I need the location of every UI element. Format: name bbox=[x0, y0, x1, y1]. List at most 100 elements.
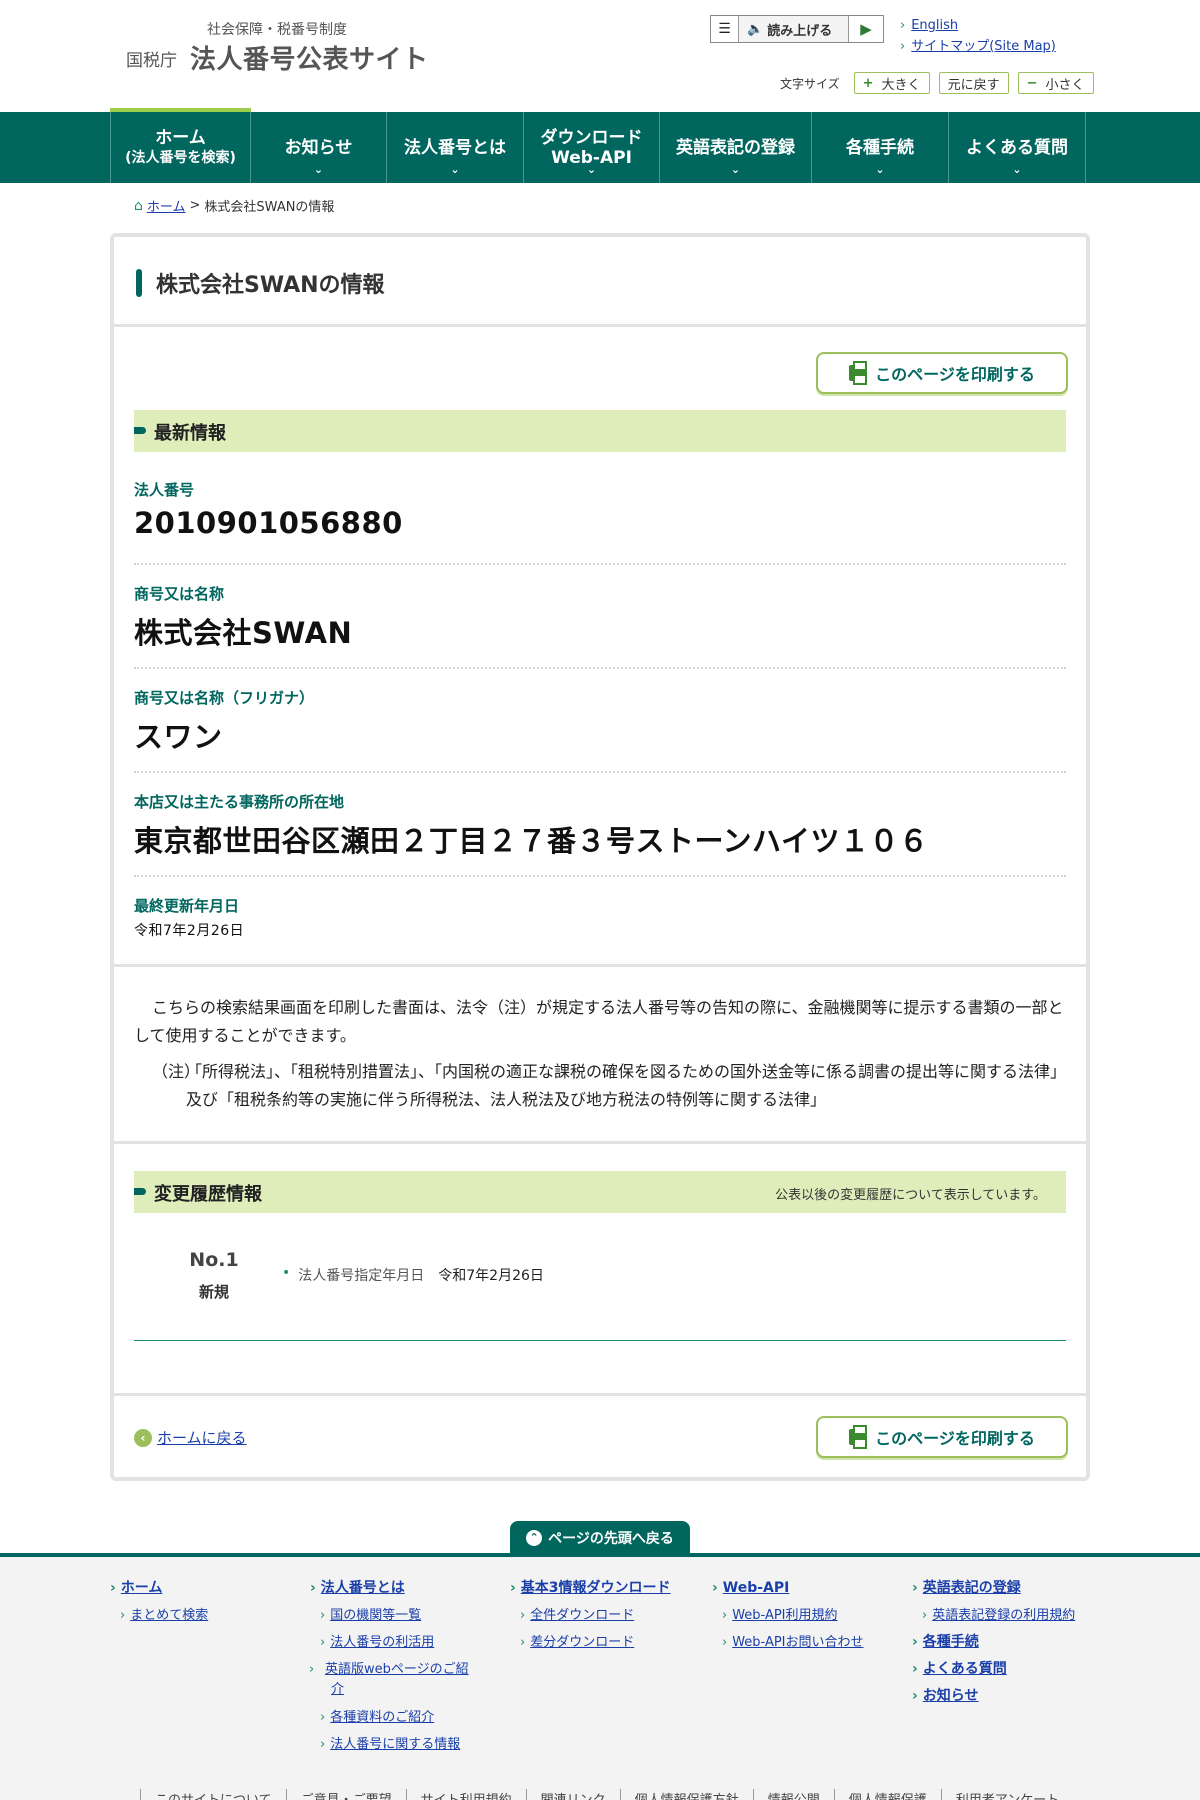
footer-sublink[interactable]: Web-API利用規約 bbox=[722, 1602, 864, 1629]
footer-link[interactable]: よくある質問 bbox=[912, 1656, 1075, 1683]
footer-sublink[interactable]: まとめて検索 bbox=[120, 1602, 208, 1629]
print-button[interactable]: このページを印刷する bbox=[816, 352, 1068, 394]
section-marker bbox=[134, 427, 146, 434]
read-menu-icon[interactable]: ☰ bbox=[711, 16, 739, 42]
history-header: 変更履歴情報 公表以後の変更履歴について表示しています。 bbox=[134, 1171, 1066, 1213]
nav-label: 英語表記の登録 bbox=[676, 137, 795, 158]
footer-sublink[interactable]: 英語表記登録の利用規約 bbox=[922, 1602, 1075, 1629]
history-note: 公表以後の変更履歴について表示しています。 bbox=[775, 1188, 1046, 1203]
site-footer: ホーム まとめて検索 法人番号とは 国の機関等一覧 法人番号の利活用 英語版we… bbox=[0, 1553, 1200, 1800]
history-number: No.1 bbox=[189, 1249, 239, 1271]
font-larger-button[interactable]: + 大きく bbox=[853, 72, 930, 94]
nav-item-download[interactable]: ダウンロード Web-API ⌄ bbox=[524, 112, 660, 183]
print-button-label: このページを印刷する bbox=[875, 365, 1035, 384]
nav-item-procedures[interactable]: 各種手続 ⌄ bbox=[812, 112, 949, 183]
back-home-link[interactable]: ‹ ホームに戻る bbox=[134, 1427, 247, 1448]
print-button-bottom[interactable]: このページを印刷する bbox=[816, 1416, 1068, 1458]
breadcrumb-separator: > bbox=[189, 198, 201, 213]
card-header: 株式会社SWANの情報 bbox=[114, 237, 1086, 327]
nav-item-faq[interactable]: よくある質問 ⌄ bbox=[949, 112, 1086, 183]
footer-link[interactable]: 基本3情報ダウンロード bbox=[510, 1575, 671, 1602]
updated-field: 最終更新年月日 令和7年2月26日 bbox=[134, 895, 1066, 940]
history-item-label: 法人番号指定年月日 bbox=[298, 1268, 425, 1284]
history-detail: • 法人番号指定年月日 令和7年2月26日 bbox=[282, 1265, 544, 1285]
nav-item-news[interactable]: お知らせ ⌄ bbox=[251, 112, 387, 183]
footer-bottom-link[interactable]: 個人情報保護方針 bbox=[619, 1789, 753, 1800]
page-title: 株式会社SWANの情報 bbox=[156, 273, 385, 298]
font-size-label: 文字サイズ bbox=[780, 76, 840, 91]
chevron-down-icon: ⌄ bbox=[730, 163, 741, 176]
section-separator bbox=[114, 964, 1086, 967]
footer-link[interactable]: ホーム bbox=[110, 1575, 208, 1602]
field-label: 最終更新年月日 bbox=[134, 897, 240, 915]
chevron-down-icon: ⌄ bbox=[313, 163, 324, 176]
chevron-down-icon: ⌄ bbox=[586, 163, 597, 176]
address-field: 本店又は主たる事務所の所在地 東京都世田谷区瀬田２丁目２７番３号ストーンハイツ１… bbox=[134, 791, 1066, 860]
footer-bottom-link[interactable]: 情報公開 bbox=[752, 1789, 834, 1800]
corp-info-card: 株式会社SWANの情報 このページを印刷する 最新情報 法人番号 2010901… bbox=[110, 233, 1090, 1481]
site-logo[interactable]: 社会保障・税番号制度 国税庁 法人番号公表サイト bbox=[126, 16, 446, 76]
footer-link[interactable]: Web-API bbox=[712, 1575, 864, 1602]
footer-bottom-link[interactable]: 利用者アンケート bbox=[940, 1789, 1073, 1800]
font-smaller-button[interactable]: − 小さく bbox=[1017, 72, 1094, 94]
english-link[interactable]: English bbox=[900, 15, 1056, 36]
footer-bottom-link[interactable]: 個人情報保護 bbox=[833, 1789, 941, 1800]
print-notice: こちらの検索結果画面を印刷した書面は、法令（注）が規定する法人番号等の告知の際に… bbox=[134, 994, 1066, 1114]
chevron-up-icon: ⌃ bbox=[526, 1529, 543, 1546]
nav-label: お知らせ bbox=[284, 137, 353, 158]
global-nav: ホーム (法人番号を検索) お知らせ ⌄ 法人番号とは ⌄ ダウンロード Web… bbox=[0, 112, 1200, 183]
font-reset-button[interactable]: 元に戻す bbox=[938, 72, 1009, 94]
footer-sublink[interactable]: 各種資料のご紹介 bbox=[320, 1704, 480, 1731]
footer-sublink[interactable]: 国の機関等一覧 bbox=[320, 1602, 480, 1629]
name-field: 商号又は名称 株式会社SWAN bbox=[134, 583, 1066, 652]
nav-item-about[interactable]: 法人番号とは ⌄ bbox=[387, 112, 524, 183]
section-marker bbox=[134, 1188, 146, 1195]
address-value: 東京都世田谷区瀬田２丁目２７番３号ストーンハイツ１０６ bbox=[134, 824, 929, 858]
minus-icon: − bbox=[1026, 75, 1038, 91]
footer-link[interactable]: 各種手続 bbox=[912, 1629, 1075, 1656]
footer-column-about: 法人番号とは 国の機関等一覧 法人番号の利活用 英語版webページのご紹介 各種… bbox=[310, 1575, 480, 1758]
footer-sublink[interactable]: 英語版webページのご紹介 bbox=[320, 1660, 480, 1700]
sitemap-link[interactable]: サイトマップ(Site Map) bbox=[900, 36, 1056, 57]
footer-sublink[interactable]: Web-APIお問い合わせ bbox=[722, 1629, 863, 1656]
read-aloud-button[interactable]: 🔈 読み上げる bbox=[739, 16, 849, 42]
nav-item-english[interactable]: 英語表記の登録 ⌄ bbox=[660, 112, 812, 183]
notice-text: こちらの検索結果画面を印刷した書面は、法令（注）が規定する法人番号等の告知の際に… bbox=[134, 998, 1064, 1045]
nav-item-home[interactable]: ホーム (法人番号を検索) bbox=[110, 112, 251, 183]
bullet-icon: • bbox=[282, 1265, 291, 1281]
nav-label: ホーム bbox=[155, 127, 206, 148]
field-label: 商号又は名称（フリガナ） bbox=[134, 689, 315, 707]
section-separator bbox=[114, 1141, 1086, 1144]
footer-link[interactable]: 英語表記の登録 bbox=[912, 1575, 1075, 1602]
field-label: 法人番号 bbox=[134, 481, 195, 499]
read-aloud-toolbar: ☰ 🔈 読み上げる ▶ bbox=[710, 15, 884, 43]
nav-label: ダウンロード bbox=[540, 127, 643, 148]
header-links: English サイトマップ(Site Map) bbox=[900, 15, 1056, 57]
footer-column-download: 基本3情報ダウンロード 全件ダウンロード 差分ダウンロード bbox=[510, 1575, 671, 1656]
breadcrumb-home-link[interactable]: ホーム bbox=[147, 196, 186, 215]
section-title: 最新情報 bbox=[154, 423, 226, 444]
chevron-down-icon: ⌄ bbox=[450, 163, 460, 176]
nav-label: 法人番号とは bbox=[404, 137, 506, 158]
footnote-mark: （注） bbox=[152, 1062, 201, 1081]
page-top-button[interactable]: ⌃ ページの先頭へ戻る bbox=[510, 1521, 690, 1554]
footer-sublink[interactable]: 全件ダウンロード bbox=[520, 1602, 671, 1629]
printer-icon bbox=[849, 1425, 868, 1449]
footer-link[interactable]: お知らせ bbox=[912, 1683, 1075, 1710]
footer-bottom-link[interactable]: このサイトについて bbox=[140, 1789, 286, 1800]
breadcrumb-current: 株式会社SWANの情報 bbox=[204, 200, 335, 215]
footer-sublink[interactable]: 法人番号に関する情報 bbox=[320, 1731, 480, 1758]
footer-bottom-link[interactable]: ご意見・ご要望 bbox=[285, 1789, 406, 1800]
footer-sublink[interactable]: 法人番号の利活用 bbox=[320, 1629, 480, 1656]
latest-info-header: 最新情報 bbox=[134, 410, 1066, 452]
footer-bottom-link[interactable]: サイト利用規約 bbox=[405, 1789, 526, 1800]
play-icon[interactable]: ▶ bbox=[849, 16, 883, 42]
footer-link[interactable]: 法人番号とは bbox=[310, 1575, 480, 1602]
footer-sublink[interactable]: 差分ダウンロード bbox=[520, 1629, 671, 1656]
footer-bottom-link[interactable]: 関連リンク bbox=[525, 1789, 620, 1800]
footer-bottom-links: このサイトについて ご意見・ご要望 サイト利用規約 関連リンク 個人情報保護方針… bbox=[140, 1789, 1073, 1800]
field-label: 本店又は主たる事務所の所在地 bbox=[134, 793, 345, 811]
section-separator bbox=[114, 1393, 1086, 1396]
history-item-value: 令和7年2月26日 bbox=[438, 1268, 544, 1284]
back-home-label[interactable]: ホームに戻る bbox=[157, 1427, 247, 1448]
